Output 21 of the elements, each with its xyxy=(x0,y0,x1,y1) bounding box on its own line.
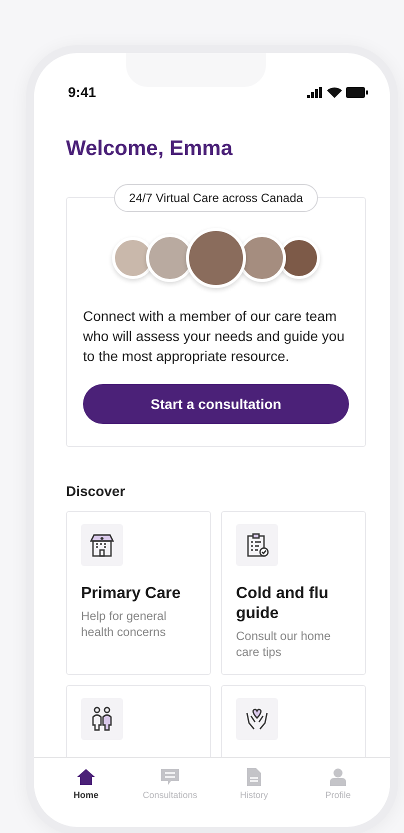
discover-heading: Discover xyxy=(66,483,126,499)
card-title: Primary Care xyxy=(81,584,182,604)
chat-bubble-icon xyxy=(160,768,180,786)
signal-icon xyxy=(307,86,323,98)
card-subtitle: Help for general health concerns xyxy=(81,608,168,640)
tab-item[interactable]: Home xyxy=(51,768,121,816)
virtual-care-badge: 24/7 Virtual Care across Canada xyxy=(114,184,318,212)
battery-icon xyxy=(346,86,368,98)
start-consultation-button[interactable]: Start a consultation xyxy=(83,384,349,424)
avatar xyxy=(186,228,246,288)
welcome-heading: Welcome, Emma xyxy=(66,137,234,161)
status-time: 9:41 xyxy=(68,84,96,100)
wifi-icon xyxy=(327,86,342,98)
home-icon xyxy=(76,768,96,786)
discover-card[interactable]: Cold and flu guide Consult our home care tips xyxy=(221,511,366,675)
card-subtitle: Consult our home care tips xyxy=(236,628,332,660)
care-description: Connect with a member of our care team who will assess your needs and guide you to the most appropriate resource. xyxy=(83,307,346,366)
person-icon xyxy=(329,768,347,786)
document-icon xyxy=(246,768,262,786)
discover-card[interactable]: Primary Care Help for general health concerns xyxy=(66,511,211,675)
card-title: Cold and flu guide xyxy=(236,584,330,624)
